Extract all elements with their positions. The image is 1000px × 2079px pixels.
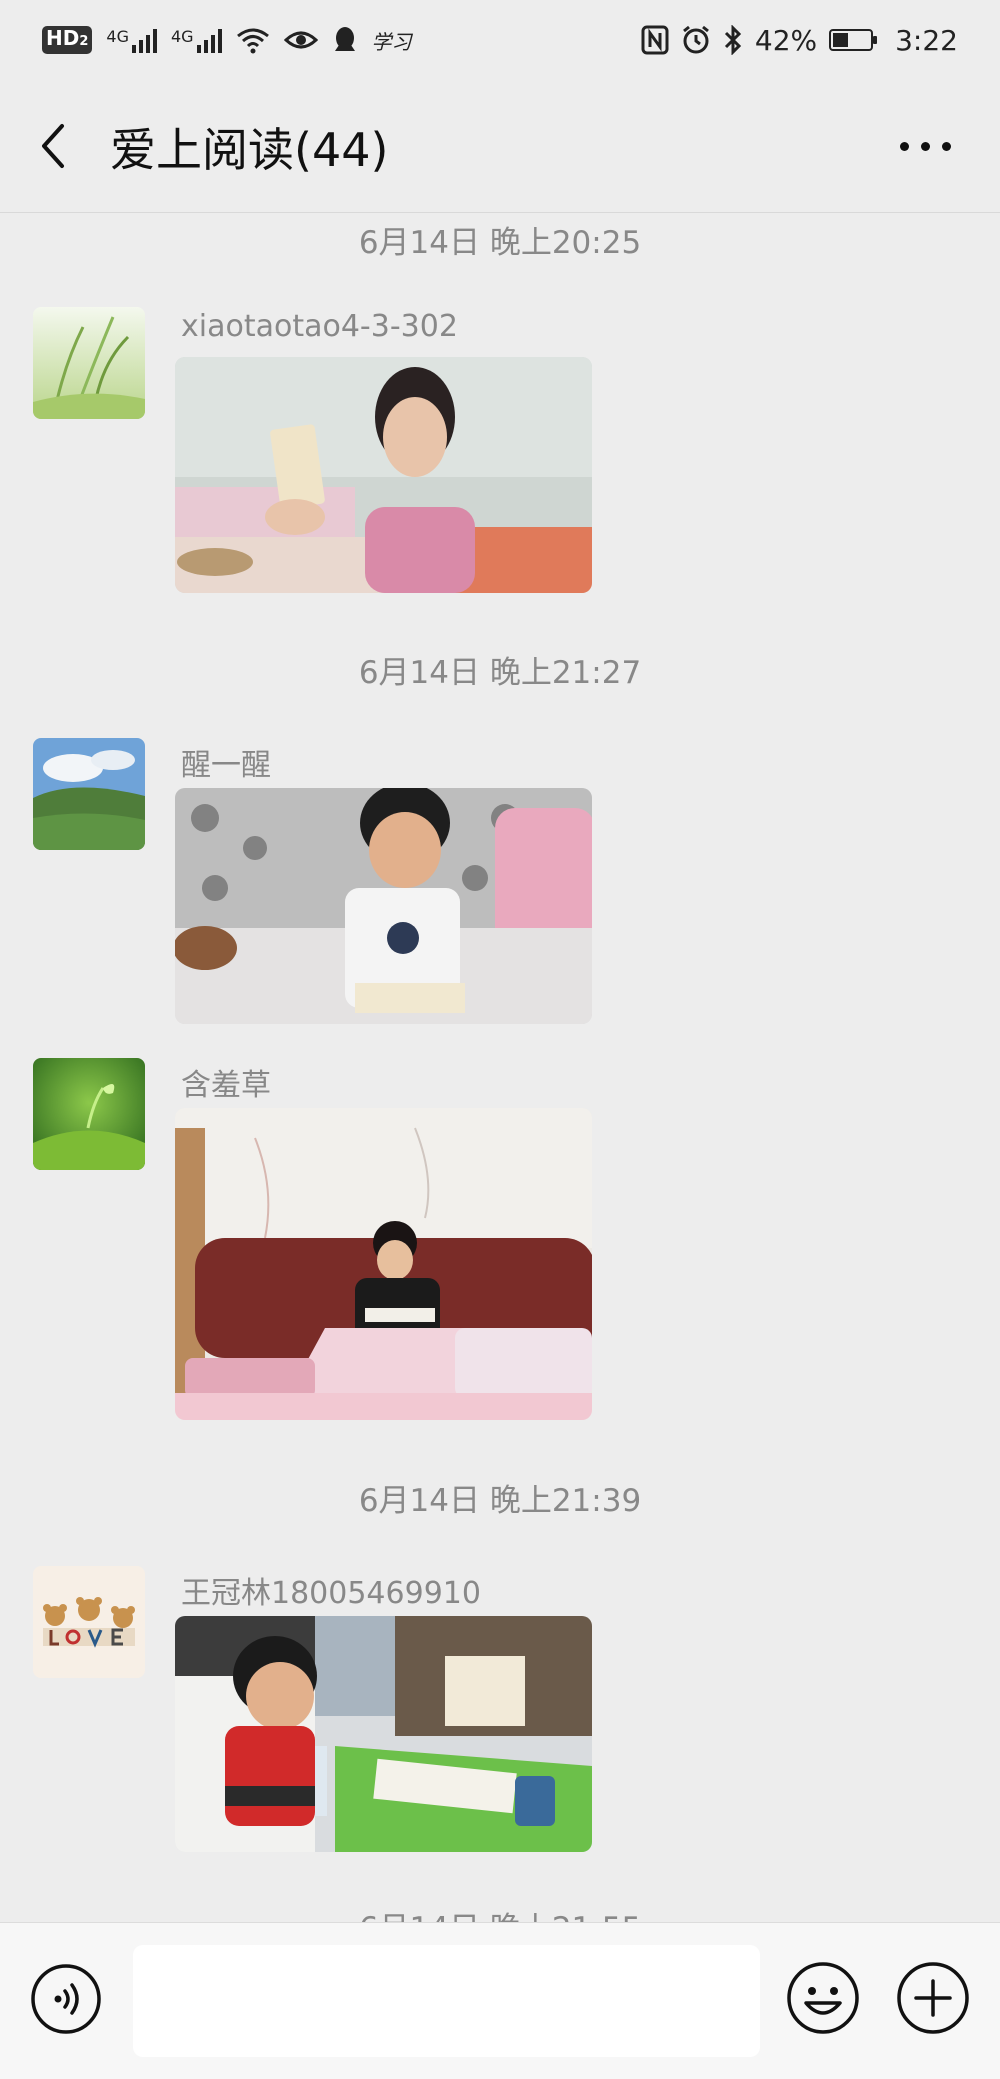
sprout-avatar bbox=[33, 1058, 145, 1170]
avatar[interactable] bbox=[33, 1566, 145, 1678]
timestamp: 6月14日 晚上20:25 bbox=[358, 225, 642, 261]
clock: 3:22 bbox=[895, 23, 958, 57]
photo-boy-reading bbox=[175, 788, 592, 1024]
emoji-icon bbox=[787, 1962, 859, 2034]
nfc-icon bbox=[641, 25, 669, 55]
message-input-bar bbox=[0, 1922, 1000, 2079]
photo-message[interactable] bbox=[175, 788, 592, 1024]
voice-button[interactable] bbox=[30, 1963, 102, 2035]
timestamp: 6月14日 晚上21:27 bbox=[358, 655, 642, 691]
photo-girl-on-sofa bbox=[175, 1108, 592, 1420]
avatar[interactable] bbox=[33, 1058, 145, 1170]
chat-message-list[interactable]: 6月14日 晚上20:25 xiaotaotao4-3-302 6月14日 晚上… bbox=[0, 213, 1000, 1923]
status-bar-right: 42% 3:22 bbox=[641, 20, 958, 60]
photo-message[interactable] bbox=[175, 1616, 592, 1852]
avatar[interactable] bbox=[33, 738, 145, 850]
chat-header: 爱上阅读(44) bbox=[0, 80, 1000, 213]
battery-percent: 42% bbox=[754, 23, 818, 57]
status-bar-left: HD2 4G 4G 学习 bbox=[42, 20, 412, 60]
sender-name: xiaotaotao4-3-302 bbox=[181, 309, 458, 344]
plus-icon bbox=[897, 1962, 969, 2034]
app-notification-label: 学习 bbox=[371, 29, 412, 54]
status-bar: HD2 4G 4G 学习 42% 3:22 bbox=[0, 0, 1000, 80]
qq-icon bbox=[334, 27, 355, 51]
alarm-icon bbox=[682, 25, 709, 54]
grass-avatar bbox=[33, 307, 145, 419]
page-title: 爱上阅读(44) bbox=[110, 123, 389, 177]
sender-name: 醒一醒 bbox=[181, 748, 271, 783]
emoji-button[interactable] bbox=[786, 1961, 860, 2035]
signal-icon: 4G bbox=[171, 27, 222, 53]
teddy-bears-avatar bbox=[33, 1566, 145, 1678]
sender-name: 含羞草 bbox=[181, 1068, 271, 1103]
more-options-button[interactable] bbox=[896, 1961, 970, 2035]
chevron-left-icon bbox=[42, 124, 64, 168]
landscape-avatar bbox=[33, 738, 145, 850]
photo-message[interactable] bbox=[175, 1108, 592, 1420]
battery-icon bbox=[829, 29, 878, 51]
bluetooth-icon bbox=[724, 25, 741, 55]
avatar[interactable] bbox=[33, 307, 145, 419]
back-button[interactable] bbox=[30, 116, 80, 176]
wifi-icon bbox=[236, 28, 269, 54]
photo-girl-reading bbox=[175, 357, 592, 593]
timestamp: 6月14日 晚上21:39 bbox=[358, 1483, 642, 1519]
more-button[interactable] bbox=[890, 128, 960, 164]
sender-name: 王冠林18005469910 bbox=[181, 1576, 481, 1611]
timestamp: 6月14日 晚上21:55 bbox=[0, 1903, 1000, 1923]
hd-icon: HD2 bbox=[42, 26, 93, 54]
voice-icon bbox=[31, 1964, 101, 2034]
eye-icon bbox=[283, 31, 318, 49]
photo-message[interactable] bbox=[175, 357, 592, 593]
photo-boy-at-desk bbox=[175, 1616, 592, 1852]
signal-icon: 4G bbox=[106, 27, 157, 53]
more-dots-icon bbox=[899, 141, 909, 151]
message-input[interactable] bbox=[133, 1945, 760, 2057]
